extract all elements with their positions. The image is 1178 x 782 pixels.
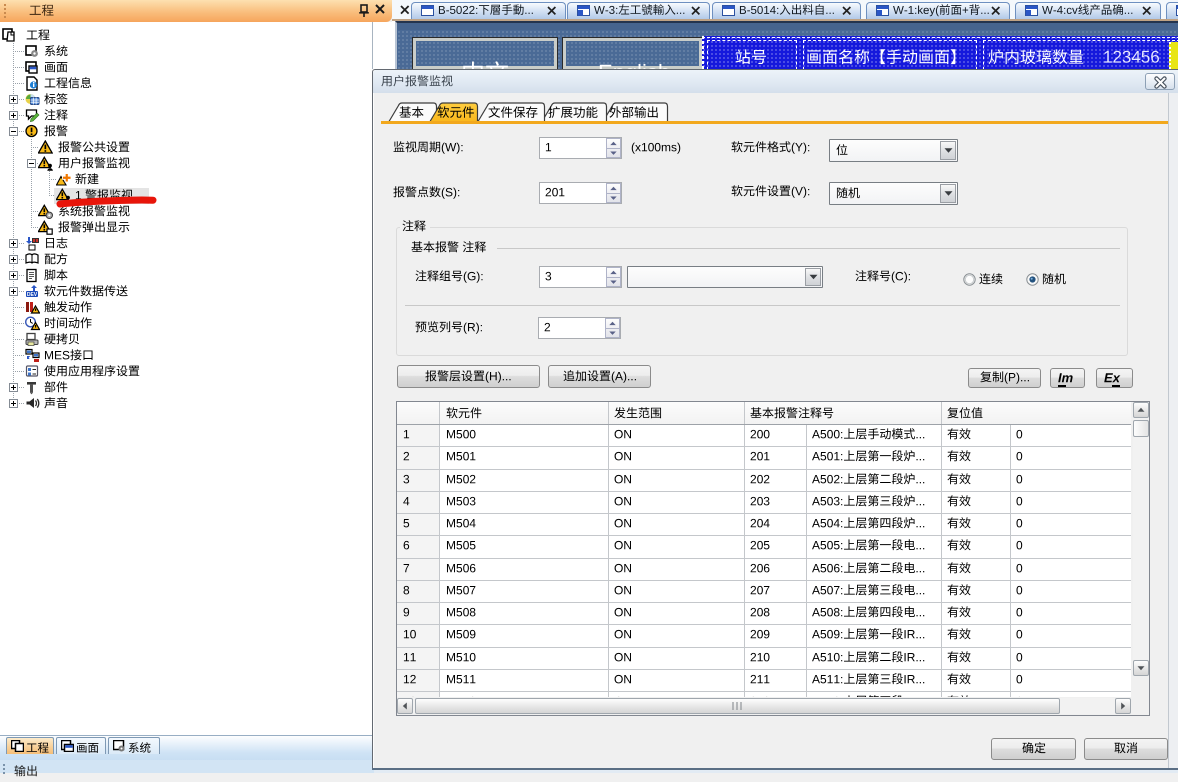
svg-text:DEV: DEV — [27, 292, 38, 298]
